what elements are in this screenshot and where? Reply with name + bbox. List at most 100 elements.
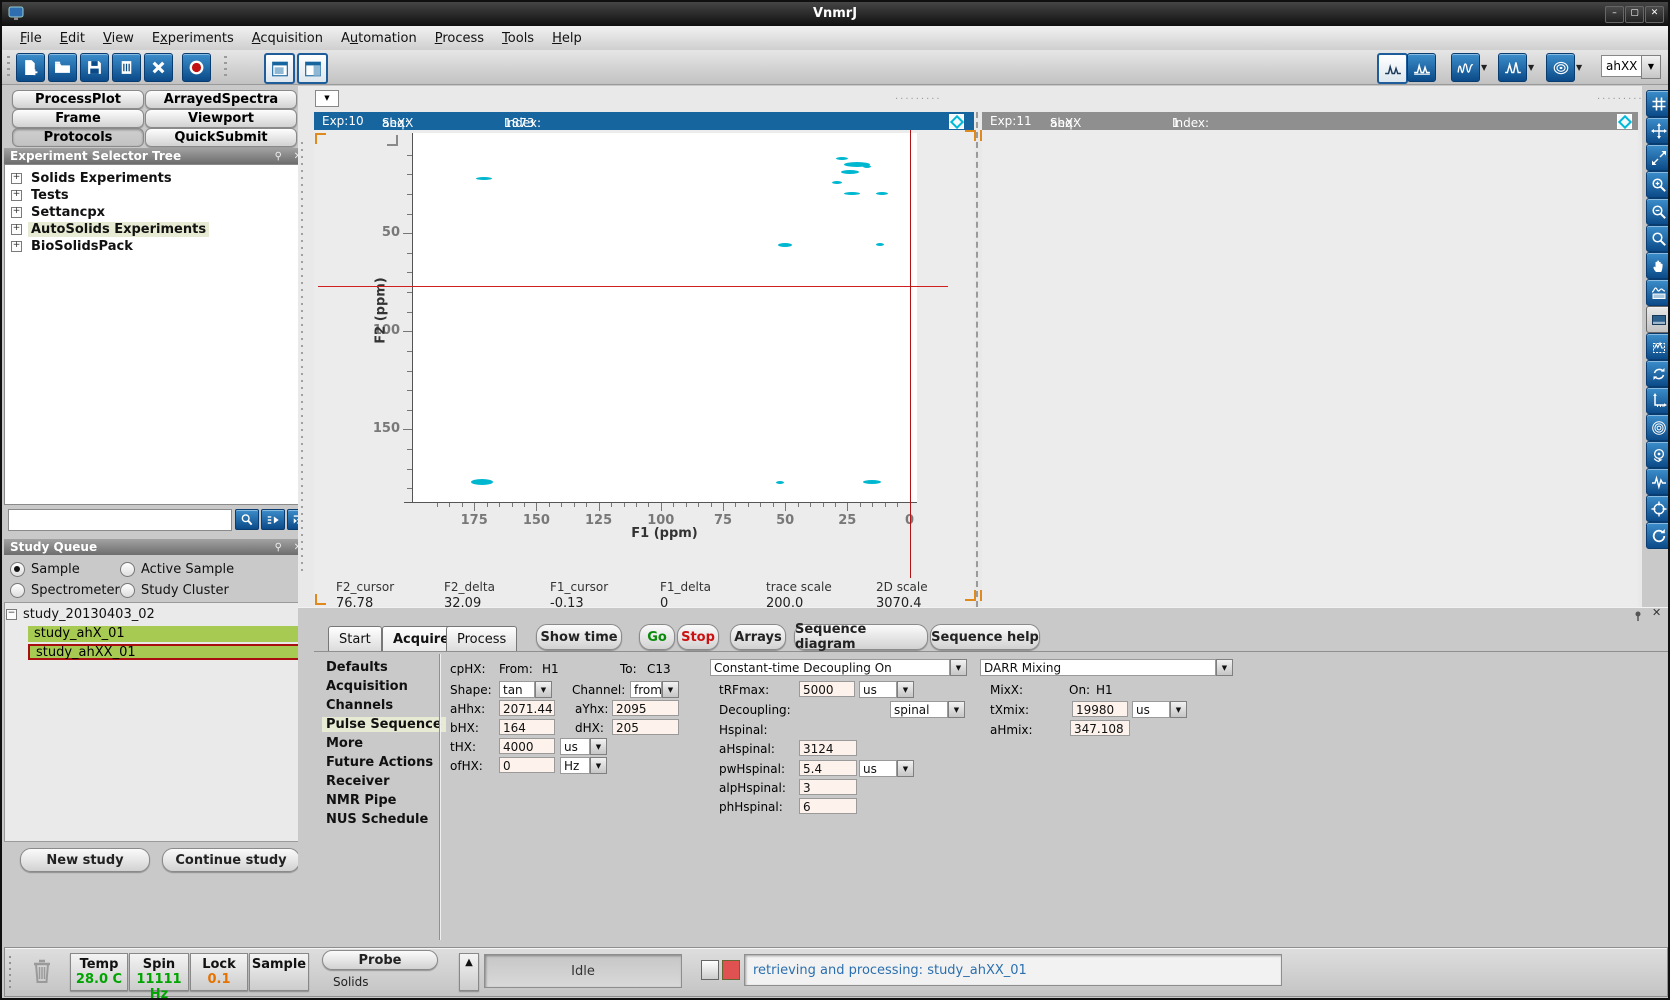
aHhx-field[interactable]: 2071.44 — [499, 700, 555, 716]
tab-quicksubmit[interactable]: QuickSubmit — [145, 128, 297, 147]
expand-icon[interactable]: + — [11, 241, 22, 252]
probe-button[interactable]: Probe — [322, 950, 438, 970]
tree-collapse-button[interactable] — [261, 509, 285, 530]
menu-file[interactable]: File — [20, 31, 42, 46]
expand-status-button[interactable]: ▲ — [459, 953, 479, 991]
maximize-button[interactable]: ▢ — [1625, 6, 1644, 23]
viewport-marker-icon[interactable] — [949, 114, 964, 129]
temp-button[interactable]: Temp 28.0 C — [70, 953, 128, 991]
stop-button[interactable]: Stop — [677, 624, 719, 650]
nav-pulse-sequence[interactable]: Pulse Sequence — [322, 717, 446, 732]
search-button[interactable] — [235, 509, 259, 530]
radio-study-cluster[interactable]: Study Cluster — [120, 583, 229, 598]
close-button[interactable]: ✕ — [1645, 6, 1664, 23]
sequence-diagram-button[interactable]: Sequence diagram — [794, 624, 928, 650]
search-input[interactable] — [8, 509, 232, 531]
radio-icon[interactable] — [10, 583, 25, 598]
viewport1-header[interactable]: Exp:10 Seq: ahXX Index: 1873 — [314, 112, 974, 130]
pin-icon[interactable]: ⚲ — [275, 149, 282, 165]
nav-nmr-pipe[interactable]: NMR Pipe — [322, 793, 400, 808]
lock-button[interactable]: Lock 0.1 — [190, 953, 248, 991]
print-button[interactable] — [112, 53, 141, 82]
mixing-mode-combo-arrow[interactable]: ▼ — [1216, 659, 1233, 676]
dHX-field[interactable]: 205 — [612, 719, 679, 735]
arrays-button[interactable]: Arrays — [730, 624, 786, 650]
tree-item[interactable]: +Tests — [11, 187, 72, 203]
viewport-single-button[interactable] — [264, 53, 295, 84]
rt-expand-button[interactable] — [1646, 144, 1670, 171]
shape-combo[interactable]: tan — [499, 681, 535, 698]
rt-return-button[interactable] — [1646, 522, 1670, 549]
rt-crosshair-button[interactable] — [1646, 495, 1670, 522]
tRFmax-field[interactable]: 5000 — [799, 681, 855, 697]
tree-item[interactable]: +BioSolidsPack — [11, 238, 136, 254]
rt-display-ticks-button[interactable] — [1646, 306, 1670, 333]
aYhx-field[interactable]: 2095 — [612, 700, 679, 716]
tRFmax-unit-arrow[interactable]: ▼ — [897, 681, 914, 698]
study-item[interactable]: study_ahX_01 — [28, 626, 308, 642]
pwHspinal-field[interactable]: 5.4 — [799, 760, 857, 776]
phHspinal-field[interactable]: 6 — [799, 798, 857, 814]
expand-icon[interactable]: + — [11, 207, 22, 218]
sample-button[interactable]: Sample — [249, 953, 309, 991]
tXmix-unit[interactable]: us — [1132, 701, 1170, 718]
rt-trace-button[interactable] — [1646, 468, 1670, 495]
rt-frame-spectrum-button[interactable] — [1646, 333, 1670, 360]
radio-active-sample[interactable]: Active Sample — [120, 562, 234, 577]
tXmix-field[interactable]: 19980 — [1072, 701, 1128, 717]
bHX-field[interactable]: 164 — [499, 719, 555, 735]
tHX-unit[interactable]: us — [560, 738, 590, 755]
nav-acquisition[interactable]: Acquisition — [322, 679, 412, 694]
mixing-mode-combo[interactable]: DARR Mixing — [980, 659, 1216, 676]
ofHX-unit[interactable]: Hz — [560, 757, 590, 774]
spin-button[interactable]: Spin 11111 Hz — [129, 953, 189, 991]
expand-icon[interactable]: + — [11, 190, 22, 201]
rt-axes-button[interactable] — [1646, 387, 1670, 414]
menu-acquisition[interactable]: Acquisition — [252, 31, 323, 46]
expand-icon[interactable]: + — [11, 224, 22, 235]
decouple-mode-combo-arrow[interactable]: ▼ — [950, 659, 967, 676]
rt-overlay-spectrum-button[interactable] — [1646, 279, 1670, 306]
red-indicator[interactable] — [722, 960, 740, 980]
ofHX-unit-arrow[interactable]: ▼ — [590, 757, 607, 774]
pin-icon[interactable] — [1632, 607, 1644, 626]
tree-item[interactable]: +AutoSolids Experiments — [11, 221, 209, 237]
menu-help[interactable]: Help — [552, 31, 582, 46]
new-document-button[interactable] — [16, 53, 45, 82]
viewport2-body[interactable] — [982, 130, 1638, 607]
menu-experiments[interactable]: Experiments — [152, 31, 234, 46]
pwHspinal-unit-arrow[interactable]: ▼ — [897, 760, 914, 777]
rt-pan-button[interactable] — [1646, 117, 1670, 144]
sequence-help-button[interactable]: Sequence help — [930, 624, 1040, 650]
radio-sample[interactable]: Sample — [10, 562, 80, 577]
radio-icon[interactable] — [120, 562, 135, 577]
radio-spectrometer[interactable]: Spectrometer — [10, 583, 120, 598]
spectrum-whole-dropdown[interactable]: ▼ — [1481, 63, 1487, 72]
nav-receiver[interactable]: Receiver — [322, 774, 394, 789]
pin-icon[interactable]: ⚲ — [275, 540, 282, 556]
viewport-separator[interactable] — [976, 112, 978, 607]
nav-future-actions[interactable]: Future Actions — [322, 755, 437, 770]
tab-start[interactable]: Start — [328, 626, 382, 652]
tRFmax-unit[interactable]: us — [859, 681, 897, 698]
rt-redraw-button[interactable] — [1646, 360, 1670, 387]
viewport2-header[interactable]: Exp:11 Seq: ahXX Index: 1 — [982, 112, 1638, 130]
viewport-marker-icon[interactable] — [1617, 114, 1632, 129]
rt-hand-button[interactable] — [1646, 252, 1670, 279]
tHX-field[interactable]: 4000 — [499, 738, 555, 754]
tab-arrayedspectra[interactable]: ArrayedSpectra — [145, 90, 297, 109]
tree-item[interactable]: +Settancpx — [11, 204, 108, 220]
sequence-combo-arrow[interactable]: ▼ — [1641, 55, 1661, 79]
menu-view[interactable]: View — [103, 31, 134, 46]
save-button[interactable] — [80, 53, 109, 82]
decoupling-combo[interactable]: spinal — [890, 701, 948, 718]
rt-zoom-in-button[interactable] — [1646, 171, 1670, 198]
tab-frame[interactable]: Frame — [12, 109, 144, 128]
tab-protocols[interactable]: Protocols — [12, 128, 144, 147]
gray-indicator[interactable] — [701, 960, 719, 980]
spectrum-line-dark-button[interactable] — [1407, 53, 1436, 82]
close-icon[interactable]: ✕ — [1652, 606, 1661, 619]
alpHspinal-field[interactable]: 3 — [799, 779, 857, 795]
rt-zoom-out-button[interactable] — [1646, 198, 1670, 225]
new-study-button[interactable]: New study — [20, 848, 150, 872]
